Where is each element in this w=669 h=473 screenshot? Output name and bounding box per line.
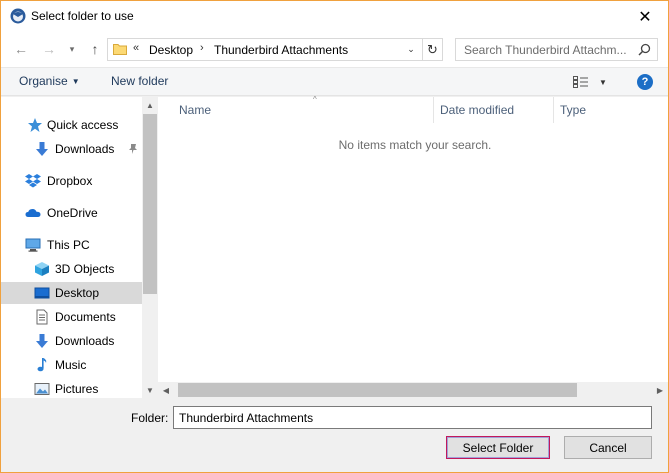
nav-item-label: Documents: [55, 310, 116, 324]
search-icon: [638, 43, 651, 56]
caret-down-icon: ▼: [71, 77, 80, 86]
up-arrow-icon: ↑: [91, 41, 99, 57]
thunderbird-icon: [10, 8, 26, 24]
star-icon: [28, 118, 42, 132]
nav-item-label: Pictures: [55, 382, 99, 396]
scroll-right-arrow-icon[interactable]: ▶: [652, 382, 668, 398]
forward-button[interactable]: →: [37, 38, 61, 60]
column-header-label: Name: [179, 103, 212, 117]
computer-icon: [25, 238, 41, 252]
nav-item-3d-objects[interactable]: 3D Objects: [1, 258, 142, 280]
recent-locations-button[interactable]: ▾: [65, 38, 79, 60]
select-folder-dialog: Select folder to use ✕ ← → ▾ ↑ « Desktop…: [0, 0, 669, 473]
picture-icon: [34, 383, 50, 395]
caret-down-icon: ▼: [599, 77, 607, 87]
column-header-name[interactable]: Name ^: [173, 95, 434, 123]
file-list-horizontal-scrollbar[interactable]: ◀ ▶: [158, 382, 668, 398]
navigation-pane: Quick access Downloads Dropbox OneDrive: [1, 97, 142, 398]
nav-item-label: Downloads: [55, 142, 115, 156]
search-box[interactable]: [455, 38, 658, 61]
nav-item-music[interactable]: Music: [1, 354, 142, 376]
empty-state-message: No items match your search.: [338, 138, 492, 152]
nav-item-label: Quick access: [47, 118, 119, 132]
scrollbar-thumb[interactable]: [143, 114, 157, 294]
nav-item-label: Dropbox: [47, 174, 93, 188]
nav-item-onedrive[interactable]: OneDrive: [1, 202, 142, 224]
address-dropdown-icon[interactable]: ⌄: [404, 41, 418, 58]
more-locations-icon[interactable]: «: [133, 42, 139, 54]
column-header-label: Date modified: [440, 103, 515, 117]
refresh-icon[interactable]: ↻: [422, 39, 442, 60]
change-view-button[interactable]: ▼: [573, 74, 611, 90]
nav-item-label: OneDrive: [47, 206, 98, 220]
cloud-icon: [25, 209, 41, 217]
folder-name-input[interactable]: [173, 406, 652, 429]
nav-item-label: Music: [55, 358, 87, 372]
close-button[interactable]: ✕: [622, 1, 668, 32]
nav-item-pictures[interactable]: Pictures: [1, 378, 142, 398]
breadcrumb-chevron-icon[interactable]: ›: [200, 42, 204, 54]
window-title: Select folder to use: [31, 9, 134, 23]
nav-item-this-pc[interactable]: This PC: [1, 234, 142, 256]
file-list-pane: Name ^ Date modified Type No items match…: [158, 95, 668, 398]
download-arrow-icon: [36, 334, 48, 348]
folder-label: Folder:: [131, 411, 169, 425]
nav-item-downloads-pinned[interactable]: Downloads: [1, 138, 142, 160]
address-bar[interactable]: « Desktop › Thunderbird Attachments ⌄ ↻: [107, 38, 443, 61]
nav-item-label: 3D Objects: [55, 262, 115, 276]
help-button[interactable]: ?: [637, 74, 653, 90]
nav-item-desktop[interactable]: Desktop: [1, 282, 142, 304]
title-bar: Select folder to use ✕: [1, 1, 668, 32]
pin-icon[interactable]: [127, 143, 139, 155]
nav-item-quick-access[interactable]: Quick access: [1, 114, 142, 136]
new-folder-button[interactable]: New folder: [111, 74, 168, 88]
folder-row: Folder:: [1, 398, 668, 436]
navigation-pane-scrollbar[interactable]: ▲ ▼: [142, 97, 158, 398]
cube-icon: [35, 262, 49, 276]
dropbox-icon: [25, 174, 41, 188]
scroll-up-arrow-icon[interactable]: ▲: [142, 97, 158, 113]
organise-button[interactable]: Organise ▼: [19, 74, 80, 88]
chevron-down-icon: ▾: [69, 43, 75, 54]
column-header-label: Type: [560, 103, 587, 117]
cancel-button[interactable]: Cancel: [564, 436, 652, 459]
column-header-type[interactable]: Type: [554, 97, 668, 123]
nav-item-downloads[interactable]: Downloads: [1, 330, 142, 352]
details-view-icon: [573, 76, 588, 88]
nav-item-documents[interactable]: Documents: [1, 306, 142, 328]
download-arrow-icon: [36, 142, 48, 156]
nav-item-label: This PC: [47, 238, 90, 252]
nav-item-label: Downloads: [55, 334, 115, 348]
music-note-icon: [37, 358, 47, 372]
help-icon: ?: [641, 76, 649, 88]
close-icon: ✕: [638, 8, 652, 26]
nav-item-dropbox[interactable]: Dropbox: [1, 170, 142, 192]
navigation-bar: ← → ▾ ↑ « Desktop › Thunderbird Attachme…: [1, 32, 668, 67]
select-folder-button[interactable]: Select Folder: [446, 436, 550, 459]
up-button[interactable]: ↑: [83, 38, 107, 60]
forward-arrow-icon: →: [42, 41, 56, 57]
organise-label: Organise: [19, 74, 68, 88]
scroll-left-arrow-icon[interactable]: ◀: [158, 382, 174, 398]
back-arrow-icon: ←: [14, 41, 28, 57]
sort-ascending-icon: ^: [313, 95, 317, 104]
folder-icon: [113, 44, 127, 55]
search-input[interactable]: [456, 39, 634, 60]
column-header-date-modified[interactable]: Date modified: [434, 97, 554, 123]
document-icon: [36, 309, 48, 325]
breadcrumb-thunderbird-attachments[interactable]: Thunderbird Attachments: [214, 43, 348, 57]
scroll-down-arrow-icon[interactable]: ▼: [142, 382, 158, 398]
scrollbar-thumb[interactable]: [178, 383, 577, 397]
nav-item-label: Desktop: [55, 286, 100, 300]
command-bar: Organise ▼ New folder ▼ ?: [1, 67, 668, 96]
breadcrumb-desktop[interactable]: Desktop: [149, 43, 193, 57]
back-button[interactable]: ←: [9, 38, 33, 60]
desktop-icon: [34, 287, 50, 299]
